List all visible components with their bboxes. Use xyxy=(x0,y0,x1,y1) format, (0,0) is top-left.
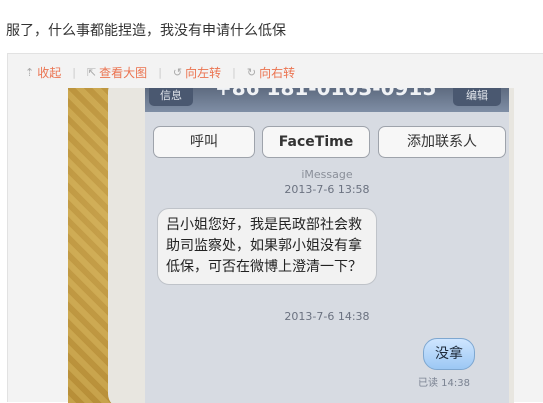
collapse-icon: ⇡ xyxy=(25,65,35,79)
rotate-right-label: 向右转 xyxy=(259,65,296,80)
call-button: 呼叫 xyxy=(153,126,255,158)
view-large-label: 查看大图 xyxy=(99,65,148,80)
rotate-right-icon: ↻ xyxy=(246,65,257,79)
enlarge-icon: ⇱ xyxy=(86,65,97,79)
toolbar-separator: | xyxy=(232,65,236,79)
rotate-left-icon: ↺ xyxy=(172,65,183,79)
rotate-left-button[interactable]: ↺ 向左转 xyxy=(173,64,221,81)
read-receipt: 已读 14:38 xyxy=(418,378,470,389)
contact-number: +86 181-0103-0915 xyxy=(215,88,437,100)
incoming-message-bubble: 吕小姐您好，我是民政部社会救助司监察处，如果郭小姐没有拿低保，可否在微博上澄清一… xyxy=(157,208,377,285)
view-large-button[interactable]: ⇱ 查看大图 xyxy=(87,64,147,81)
toolbar-separator: | xyxy=(72,65,76,79)
facetime-button: FaceTime xyxy=(262,126,370,158)
service-label: iMessage xyxy=(301,168,353,181)
edit-button: 编辑 xyxy=(453,88,501,106)
collapse-label: 收起 xyxy=(37,65,62,80)
outgoing-message-bubble: 没拿 xyxy=(423,338,475,370)
contact-actions: 呼叫 FaceTime 添加联系人 xyxy=(153,126,509,158)
add-contact-button: 添加联系人 xyxy=(378,126,506,158)
sms-nav-bar: 信息 +86 181-0103-0915 编辑 xyxy=(145,88,509,112)
message-timestamp: 2013-7-6 13:58 xyxy=(284,183,370,196)
attached-photo[interactable]: 信息 +86 181-0103-0915 编辑 呼叫 FaceTime 添加联系… xyxy=(68,88,514,403)
media-card: ⇡ 收起 | ⇱ 查看大图 | ↺ 向左转 | ↻ 向右转 信息 +86 181… xyxy=(7,53,543,403)
toolbar-separator: | xyxy=(158,65,162,79)
collapse-button[interactable]: ⇡ 收起 xyxy=(25,64,61,81)
back-button: 信息 xyxy=(149,88,193,106)
media-toolbar: ⇡ 收起 | ⇱ 查看大图 | ↺ 向左转 | ↻ 向右转 xyxy=(25,63,295,81)
post-text: 服了，什么事都能捏造，我没有申请什么低保 xyxy=(6,23,286,39)
rotate-right-button[interactable]: ↻ 向右转 xyxy=(247,64,295,81)
phone-screen: 信息 +86 181-0103-0915 编辑 呼叫 FaceTime 添加联系… xyxy=(145,88,509,403)
message-timestamp: 2013-7-6 14:38 xyxy=(284,310,370,323)
rotate-left-label: 向左转 xyxy=(185,65,222,80)
